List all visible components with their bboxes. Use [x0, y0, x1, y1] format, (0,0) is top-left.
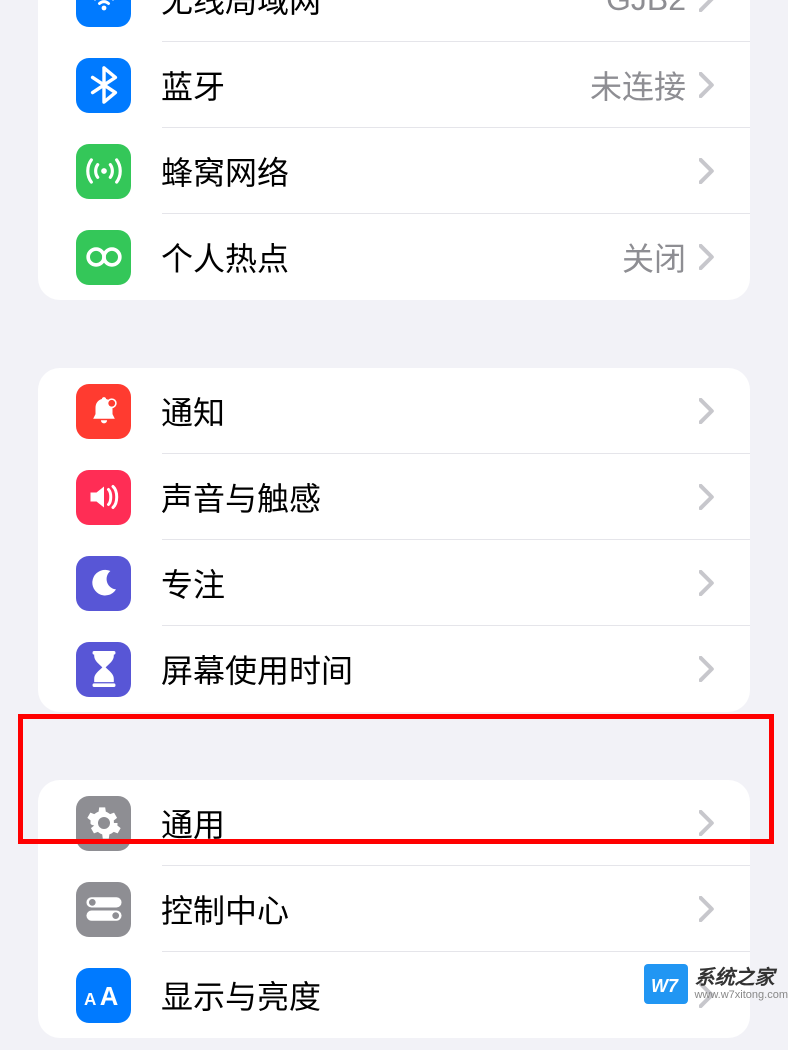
- row-value: 关闭: [622, 234, 692, 280]
- watermark-logo: W7: [644, 964, 688, 1004]
- bluetooth-icon: [76, 58, 131, 113]
- svg-text:A: A: [84, 989, 96, 1009]
- watermark-url: www.w7xitong.com: [694, 990, 788, 1001]
- row-value: GJB2: [606, 0, 692, 18]
- chevron-right-icon: [692, 894, 722, 924]
- row-label: 声音与触感: [131, 474, 692, 520]
- chevron-right-icon: [692, 654, 722, 684]
- settings-group-attention: 通知 声音与触感 专注 屏幕使用时间: [38, 368, 750, 712]
- moon-icon: [76, 556, 131, 611]
- row-cellular[interactable]: 蜂窝网络: [38, 128, 750, 214]
- switches-icon: [76, 882, 131, 937]
- row-screentime[interactable]: 屏幕使用时间: [38, 626, 750, 712]
- chevron-right-icon: [692, 482, 722, 512]
- settings-group-network: 无线局域网 GJB2 蓝牙 未连接 蜂窝网络 个人热点 关闭: [38, 0, 750, 300]
- row-wifi[interactable]: 无线局域网 GJB2: [38, 0, 750, 42]
- settings-group-system: 通用 控制中心 AA 显示与亮度: [38, 780, 750, 1038]
- row-label: 显示与亮度: [131, 972, 692, 1018]
- chevron-right-icon: [692, 0, 722, 14]
- chevron-right-icon: [692, 568, 722, 598]
- chevron-right-icon: [692, 70, 722, 100]
- watermark-title: 系统之家: [694, 968, 788, 988]
- row-value: 未连接: [590, 62, 692, 108]
- svg-text:A: A: [99, 983, 118, 1010]
- row-focus[interactable]: 专注: [38, 540, 750, 626]
- row-sounds[interactable]: 声音与触感: [38, 454, 750, 540]
- row-label: 专注: [131, 560, 692, 606]
- row-display[interactable]: AA 显示与亮度: [38, 952, 750, 1038]
- row-label: 个人热点: [131, 234, 622, 280]
- chevron-right-icon: [692, 808, 722, 838]
- row-general[interactable]: 通用: [38, 780, 750, 866]
- row-label: 屏幕使用时间: [131, 646, 692, 692]
- row-control-center[interactable]: 控制中心: [38, 866, 750, 952]
- hotspot-icon: [76, 230, 131, 285]
- row-label: 无线局域网: [131, 0, 606, 22]
- bell-icon: [76, 384, 131, 439]
- watermark-text: 系统之家 www.w7xitong.com: [694, 968, 788, 1001]
- row-label: 通知: [131, 388, 692, 434]
- cellular-icon: [76, 144, 131, 199]
- chevron-right-icon: [692, 396, 722, 426]
- wifi-icon: [76, 0, 131, 27]
- chevron-right-icon: [692, 156, 722, 186]
- row-label: 蓝牙: [131, 62, 590, 108]
- row-notifications[interactable]: 通知: [38, 368, 750, 454]
- chevron-right-icon: [692, 242, 722, 272]
- row-label: 蜂窝网络: [131, 148, 692, 194]
- textsize-icon: AA: [76, 968, 131, 1023]
- speaker-icon: [76, 470, 131, 525]
- row-bluetooth[interactable]: 蓝牙 未连接: [38, 42, 750, 128]
- row-label: 通用: [131, 800, 692, 846]
- svg-text:W7: W7: [651, 976, 679, 996]
- gear-icon: [76, 796, 131, 851]
- hourglass-icon: [76, 642, 131, 697]
- watermark: W7 系统之家 www.w7xitong.com: [644, 964, 788, 1004]
- row-hotspot[interactable]: 个人热点 关闭: [38, 214, 750, 300]
- row-label: 控制中心: [131, 886, 692, 932]
